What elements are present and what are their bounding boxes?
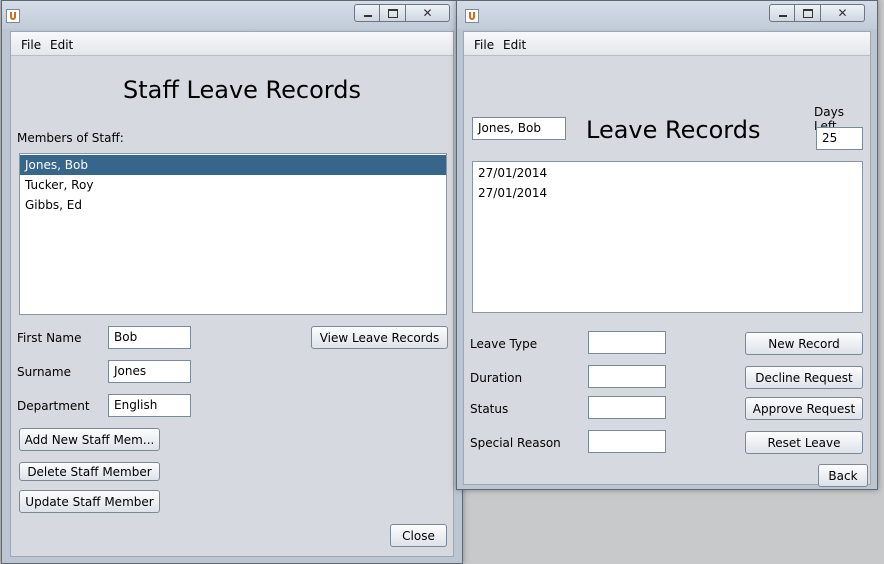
staff-menubar: File Edit: [11, 32, 453, 56]
department-field[interactable]: English: [108, 394, 191, 417]
list-item[interactable]: Tucker, Roy: [20, 175, 446, 195]
menu-file[interactable]: File: [474, 38, 494, 52]
back-button[interactable]: Back: [818, 464, 868, 487]
maximize-button[interactable]: [795, 4, 821, 22]
surname-label: Surname: [17, 365, 71, 379]
duration-field[interactable]: [588, 365, 666, 388]
list-item[interactable]: 27/01/2014: [473, 183, 862, 203]
minimize-button[interactable]: [769, 4, 795, 22]
days-left-field[interactable]: 25: [816, 127, 863, 150]
status-label: Status: [470, 402, 509, 416]
staff-window: ✕ File Edit Staff Leave Records Members …: [1, 0, 463, 564]
close-window-button[interactable]: ✕: [821, 4, 865, 22]
delete-staff-button[interactable]: Delete Staff Member: [19, 462, 160, 481]
close-window-button[interactable]: ✕: [406, 4, 450, 22]
members-label: Members of Staff:: [17, 131, 124, 145]
staff-window-titlebar[interactable]: ✕: [2, 1, 462, 29]
close-icon: ✕: [422, 6, 433, 20]
list-item[interactable]: Jones, Bob: [20, 155, 446, 175]
list-item[interactable]: Gibbs, Ed: [20, 195, 446, 215]
java-app-icon: [6, 9, 20, 23]
update-staff-button[interactable]: Update Staff Member: [19, 490, 160, 513]
special-reason-label: Special Reason: [470, 436, 561, 450]
list-item[interactable]: 27/01/2014: [473, 163, 862, 183]
duration-label: Duration: [470, 371, 523, 385]
first-name-label: First Name: [17, 331, 82, 345]
approve-request-button[interactable]: Approve Request: [745, 397, 863, 420]
page-title: Staff Leave Records: [123, 76, 361, 104]
menu-edit[interactable]: Edit: [503, 38, 526, 52]
maximize-icon: [380, 5, 405, 21]
surname-field[interactable]: Jones: [108, 360, 191, 383]
view-leave-records-button[interactable]: View Leave Records: [311, 326, 448, 349]
minimize-icon: [355, 5, 379, 21]
maximize-button[interactable]: [380, 4, 406, 22]
staff-name-field[interactable]: Jones, Bob: [472, 117, 566, 140]
staff-window-content: File Edit Staff Leave Records Members of…: [10, 31, 454, 557]
decline-request-button[interactable]: Decline Request: [745, 366, 863, 389]
page-title: Leave Records: [586, 116, 761, 144]
java-app-icon: [465, 9, 479, 23]
staff-list[interactable]: Jones, Bob Tucker, Roy Gibbs, Ed: [19, 153, 447, 315]
leave-window: ✕ File Edit Jones, Bob Leave Records Day…: [456, 0, 878, 490]
leave-records-list[interactable]: 27/01/2014 27/01/2014: [472, 161, 863, 313]
minimize-icon: [770, 5, 794, 21]
leave-menubar: File Edit: [464, 32, 870, 56]
close-button[interactable]: Close: [390, 524, 447, 547]
leave-type-label: Leave Type: [470, 337, 538, 351]
new-record-button[interactable]: New Record: [745, 332, 863, 355]
maximize-icon: [795, 5, 820, 21]
leave-type-field[interactable]: [588, 331, 666, 354]
menu-file[interactable]: File: [21, 38, 41, 52]
reset-leave-button[interactable]: Reset Leave: [745, 431, 863, 454]
close-icon: ✕: [837, 6, 848, 20]
special-reason-field[interactable]: [588, 430, 666, 453]
menu-edit[interactable]: Edit: [50, 38, 73, 52]
minimize-button[interactable]: [354, 4, 380, 22]
add-staff-button[interactable]: Add New Staff Mem...: [19, 428, 160, 451]
leave-window-content: File Edit Jones, Bob Leave Records Days …: [463, 31, 871, 487]
leave-window-titlebar[interactable]: ✕: [457, 1, 877, 29]
department-label: Department: [17, 399, 90, 413]
first-name-field[interactable]: Bob: [108, 326, 191, 349]
status-field[interactable]: [588, 396, 666, 419]
